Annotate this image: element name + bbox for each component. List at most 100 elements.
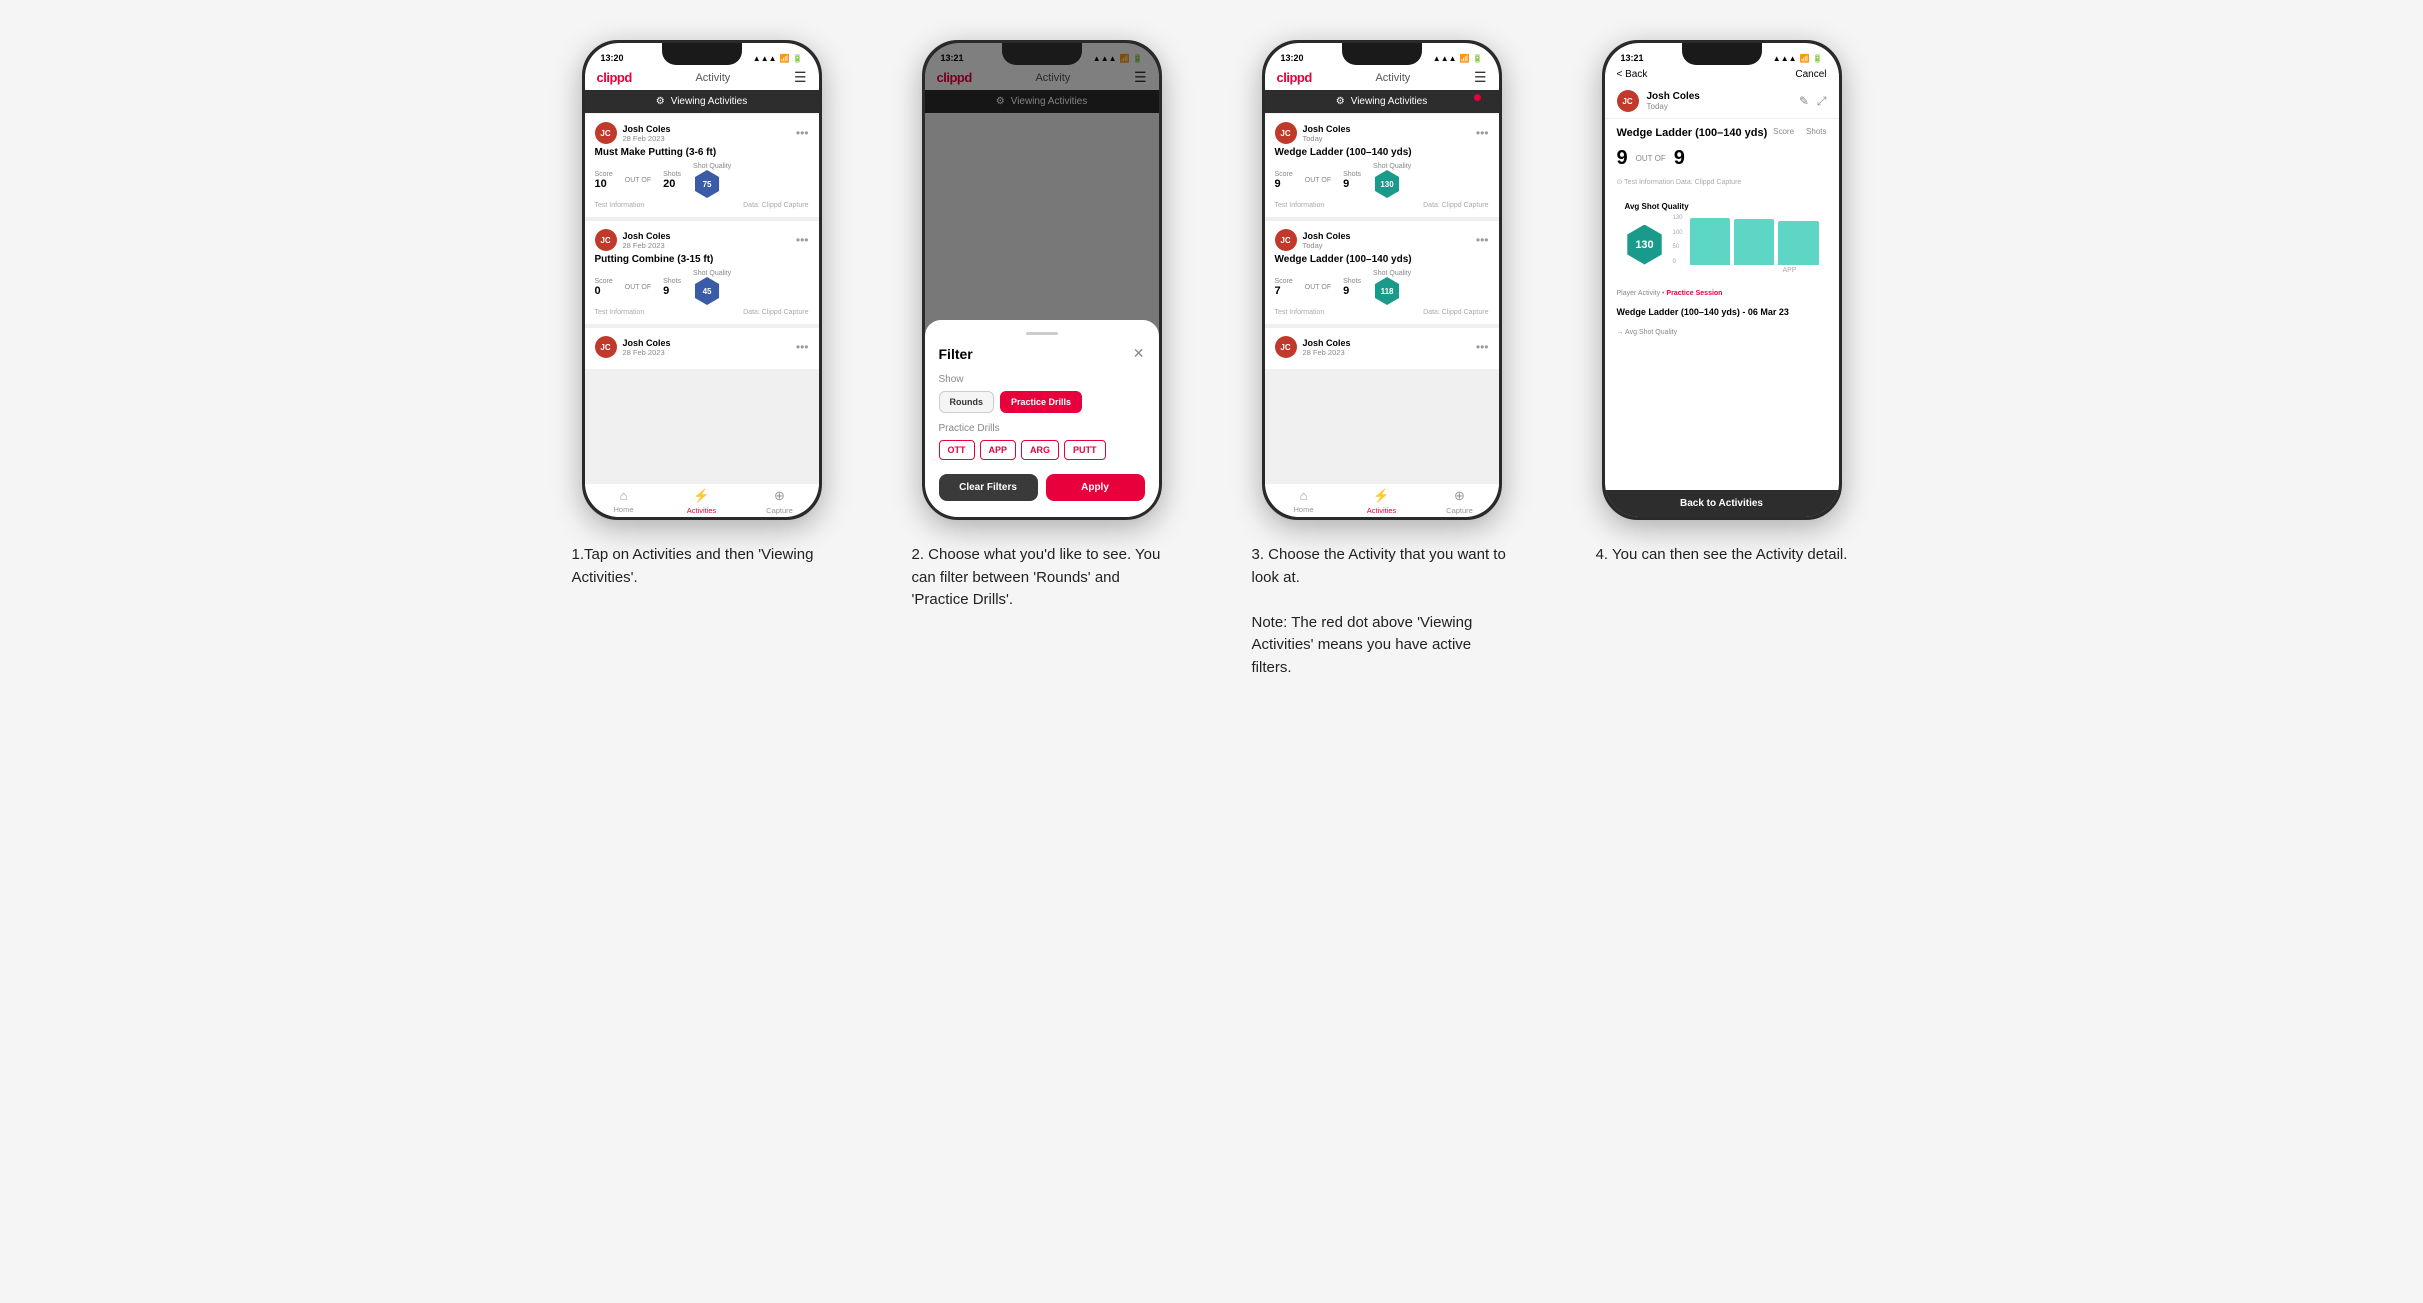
nav-item-home[interactable]: ⌂Home (585, 488, 663, 515)
show-section-label: Show (939, 374, 1145, 385)
step-caption: 1.Tap on Activities and then 'Viewing Ac… (572, 544, 832, 589)
user-date: 28 Feb 2023 (623, 134, 671, 143)
shots-label: Shots (1343, 278, 1361, 285)
large-hex-sq: 130 (1625, 225, 1665, 265)
score-label: Score (1275, 171, 1293, 178)
shots-block: Shots9 (1343, 171, 1361, 190)
user-date: Today (1303, 241, 1351, 250)
toggle-rounds[interactable]: Rounds (939, 391, 995, 413)
close-filter-button[interactable]: ✕ (1133, 345, 1145, 362)
drill-tag-app[interactable]: APP (980, 440, 1017, 460)
shots-label: Shots (1343, 171, 1361, 178)
hamburger-menu-button[interactable]: ☰ (1474, 69, 1487, 86)
phone-screen: 13:21▲▲▲📶🔋clippdActivity☰⚙Viewing Activi… (925, 43, 1159, 517)
edit-icon[interactable]: ✎ (1799, 94, 1809, 109)
y-axis-label: 100 (1673, 230, 1683, 236)
nav-item-activities[interactable]: ⚡Activities (1343, 488, 1421, 515)
activity-card[interactable]: JCJosh Coles28 Feb 2023••• (1265, 328, 1499, 369)
bottom-nav: ⌂Home⚡Activities⊕Capture (1265, 483, 1499, 517)
score-block: Score10 (595, 171, 613, 190)
card-footer: Test InformationData: Clippd Capture (1275, 309, 1489, 316)
detail-score-row: 9OUT OF9 (1617, 147, 1827, 170)
practice-session-link[interactable]: Practice Session (1666, 290, 1722, 297)
card-header: JCJosh Coles28 Feb 2023••• (1275, 336, 1489, 358)
expand-icon[interactable]: ⤢ (1817, 94, 1827, 109)
drill-tag-ott[interactable]: OTT (939, 440, 975, 460)
phone-notch (662, 43, 742, 65)
nav-item-home[interactable]: ⌂Home (1265, 488, 1343, 515)
viewing-activities-banner[interactable]: ⚙Viewing Activities (585, 90, 819, 113)
activity-card[interactable]: JCJosh Coles28 Feb 2023•••Putting Combin… (585, 221, 819, 324)
detail-user-info: Josh ColesToday (1647, 91, 1791, 111)
activity-card[interactable]: JCJosh Coles28 Feb 2023•••Must Make Putt… (585, 114, 819, 217)
sheet-header: Filter✕ (939, 345, 1145, 362)
more-options-button[interactable]: ••• (796, 340, 809, 354)
nav-label-activities: Activities (687, 506, 717, 515)
status-icons: ▲▲▲📶🔋 (1433, 54, 1483, 63)
stats-row: Score10OUT OFShots20Shot Quality75 (595, 163, 809, 198)
user-info: JCJosh ColesToday (1275, 122, 1351, 144)
nav-label-home: Home (1293, 505, 1313, 514)
activity-card[interactable]: JCJosh ColesToday•••Wedge Ladder (100–14… (1265, 114, 1499, 217)
score-block: Score0 (595, 278, 613, 297)
y-axis-label: 0 (1673, 259, 1683, 265)
drill-tag-arg[interactable]: ARG (1021, 440, 1059, 460)
cancel-button[interactable]: Cancel (1795, 69, 1826, 80)
toggle-practice-drills[interactable]: Practice Drills (1000, 391, 1082, 413)
user-info: JCJosh Coles28 Feb 2023 (595, 229, 671, 251)
detail-action-icons: ✎⤢ (1799, 94, 1827, 109)
more-options-button[interactable]: ••• (1476, 340, 1489, 354)
step-caption: 4. You can then see the Activity detail. (1596, 544, 1848, 567)
shots-value: 20 (663, 178, 681, 190)
status-time: 13:20 (601, 53, 624, 63)
nav-label-home: Home (613, 505, 633, 514)
out-of-label: OUT OF (1305, 177, 1331, 184)
phone-notch (1682, 43, 1762, 65)
data-source-label: Data: Clippd Capture (743, 309, 808, 316)
activity-card[interactable]: JCJosh Coles28 Feb 2023••• (585, 328, 819, 369)
more-options-button[interactable]: ••• (1476, 233, 1489, 247)
phone-device: 13:20▲▲▲📶🔋clippdActivity☰⚙Viewing Activi… (582, 40, 822, 520)
header-title: Activity (695, 72, 730, 84)
nav-item-capture[interactable]: ⊕Capture (741, 488, 819, 515)
chart-bar (1690, 218, 1730, 265)
card-header: JCJosh Coles28 Feb 2023••• (595, 122, 809, 144)
app-header: clippdActivity☰ (585, 65, 819, 90)
shot-quality-hex: 118 (1373, 277, 1411, 305)
detail-score-value: 9 (1617, 147, 1628, 170)
avatar: JC (595, 229, 617, 251)
phone-device: 13:21▲▲▲📶🔋clippdActivity☰⚙Viewing Activi… (922, 40, 1162, 520)
data-source-label: Data: Clippd Capture (1423, 309, 1488, 316)
drill-tag-putt[interactable]: PUTT (1064, 440, 1106, 460)
viewing-activities-banner[interactable]: ⚙Viewing Activities (1265, 90, 1499, 113)
score-value: 9 (1275, 178, 1293, 190)
more-options-button[interactable]: ••• (796, 233, 809, 247)
back-to-activities-button[interactable]: Back to Activities (1605, 490, 1839, 517)
clear-filters-button[interactable]: Clear Filters (939, 474, 1038, 501)
user-name: Josh Coles (623, 231, 671, 241)
back-button[interactable]: < Back (1617, 69, 1648, 80)
step-caption: 2. Choose what you'd like to see. You ca… (912, 544, 1172, 612)
nav-item-capture[interactable]: ⊕Capture (1421, 488, 1499, 515)
practice-drills-section-label: Practice Drills (939, 423, 1145, 434)
apply-filters-button[interactable]: Apply (1046, 474, 1145, 501)
more-options-button[interactable]: ••• (796, 126, 809, 140)
avatar: JC (595, 122, 617, 144)
out-of-label: OUT OF (1305, 284, 1331, 291)
test-info-row: ⊙ Test Information Data: Clippd Capture (1617, 178, 1827, 186)
hamburger-menu-button[interactable]: ☰ (794, 69, 807, 86)
nav-item-activities[interactable]: ⚡Activities (663, 488, 741, 515)
y-axis-label: 50 (1673, 244, 1683, 250)
test-info-label: Test Information (595, 202, 645, 209)
app-logo: clippd (1277, 70, 1312, 85)
activity-list: JCJosh ColesToday•••Wedge Ladder (100–14… (1265, 113, 1499, 483)
detail-shots-value: 9 (1674, 147, 1685, 170)
card-footer: Test InformationData: Clippd Capture (1275, 202, 1489, 209)
shots-block: Shots9 (663, 278, 681, 297)
detail-content: Wedge Ladder (100–140 yds)ScoreShots9OUT… (1605, 119, 1839, 490)
phone-device: 13:21▲▲▲📶🔋< BackCancelJCJosh ColesToday✎… (1602, 40, 1842, 520)
activity-card[interactable]: JCJosh ColesToday•••Wedge Ladder (100–14… (1265, 221, 1499, 324)
more-options-button[interactable]: ••• (1476, 126, 1489, 140)
activity-title: Putting Combine (3-15 ft) (595, 254, 809, 265)
card-header: JCJosh Coles28 Feb 2023••• (595, 336, 809, 358)
